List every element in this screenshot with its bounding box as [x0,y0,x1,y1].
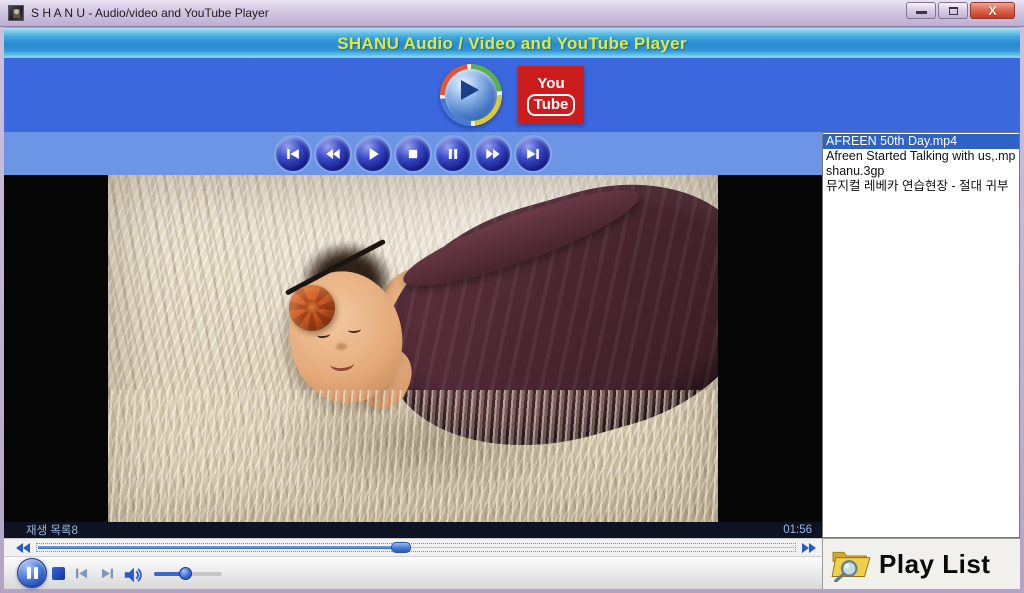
playlist-item[interactable]: shanu.3gp [823,164,1019,179]
pause-icon [448,148,458,159]
hero-strip: You Tube [4,58,1020,132]
playlist-footer[interactable]: Play List [822,538,1020,589]
play-icon [461,80,479,100]
next-track-button[interactable] [516,136,550,171]
previous-icon [75,568,88,579]
stop-button[interactable] [396,136,430,171]
rewind-icon [326,148,340,159]
pause-toggle-button[interactable] [17,558,47,588]
youtube-logo-bottom: Tube [526,93,576,116]
banner-title: SHANU Audio / Video and YouTube Player [337,34,687,53]
maximize-icon [949,7,958,15]
video-frame-baby-photo [108,175,718,522]
rewind-button[interactable] [316,136,350,171]
minimize-icon [916,11,927,14]
stop-icon [408,149,418,158]
app-icon [8,5,24,21]
playlist-item[interactable]: 뮤지컬 레베카 연습현장 - 절대 귀부 [823,179,1019,194]
playlist-item[interactable]: Afreen Started Talking with us,.mp [823,149,1019,164]
seek-slider[interactable] [36,542,796,553]
window-controls: X [906,2,1015,19]
pause-icon [26,567,31,579]
playlist: AFREEN 50th Day.mp4 Afreen Started Talki… [822,132,1020,538]
transport-bar [4,132,822,175]
seek-thumb[interactable] [390,542,411,553]
previous-small-button[interactable] [72,564,91,583]
bottom-control-bar [4,556,822,589]
next-icon [527,148,539,159]
pause-button[interactable] [436,136,470,171]
playlist-item[interactable]: AFREEN 50th Day.mp4 [823,134,1019,149]
close-button[interactable]: X [970,2,1015,19]
play-button[interactable] [356,136,390,171]
fast-forward-icon [486,148,500,159]
previous-track-button[interactable] [276,136,310,171]
volume-thumb[interactable] [178,567,192,580]
seek-progress-fill [38,546,402,549]
playlist-footer-label: Play List [879,548,991,579]
fast-forward-button[interactable] [476,136,510,171]
next-icon [101,568,114,579]
window-frame: S H A N U - Audio/video and YouTube Play… [0,0,1024,593]
close-icon: X [988,4,997,18]
seek-back-icon[interactable] [16,543,31,553]
minimize-button[interactable] [906,2,936,19]
volume-slider[interactable] [154,567,222,580]
next-small-button[interactable] [98,564,117,583]
playlist-status-text: 재생 목록8 [26,525,78,537]
client-area: SHANU Audio / Video and YouTube Player Y… [4,27,1020,589]
youtube-logo: You Tube [518,66,584,124]
app-banner: SHANU Audio / Video and YouTube Player [4,27,1020,58]
maximize-button[interactable] [938,2,968,19]
titlebar: S H A N U - Audio/video and YouTube Play… [0,0,1024,27]
mute-button[interactable] [122,564,144,583]
window-title: S H A N U - Audio/video and YouTube Play… [31,6,269,20]
media-player-icon [440,64,502,126]
stop-small-button[interactable] [52,567,65,580]
seek-forward-icon[interactable] [801,543,816,553]
previous-icon [287,148,299,159]
video-status-bar: 재생 목록8 01:56 [4,522,822,538]
youtube-logo-top: You [537,74,565,92]
playlist-folder-search-icon [831,551,871,582]
seek-row [4,538,822,556]
play-icon [369,147,379,160]
elapsed-time: 01:56 [783,524,812,536]
speaker-icon [124,567,142,583]
video-area: 재생 목록8 01:56 [4,175,822,538]
